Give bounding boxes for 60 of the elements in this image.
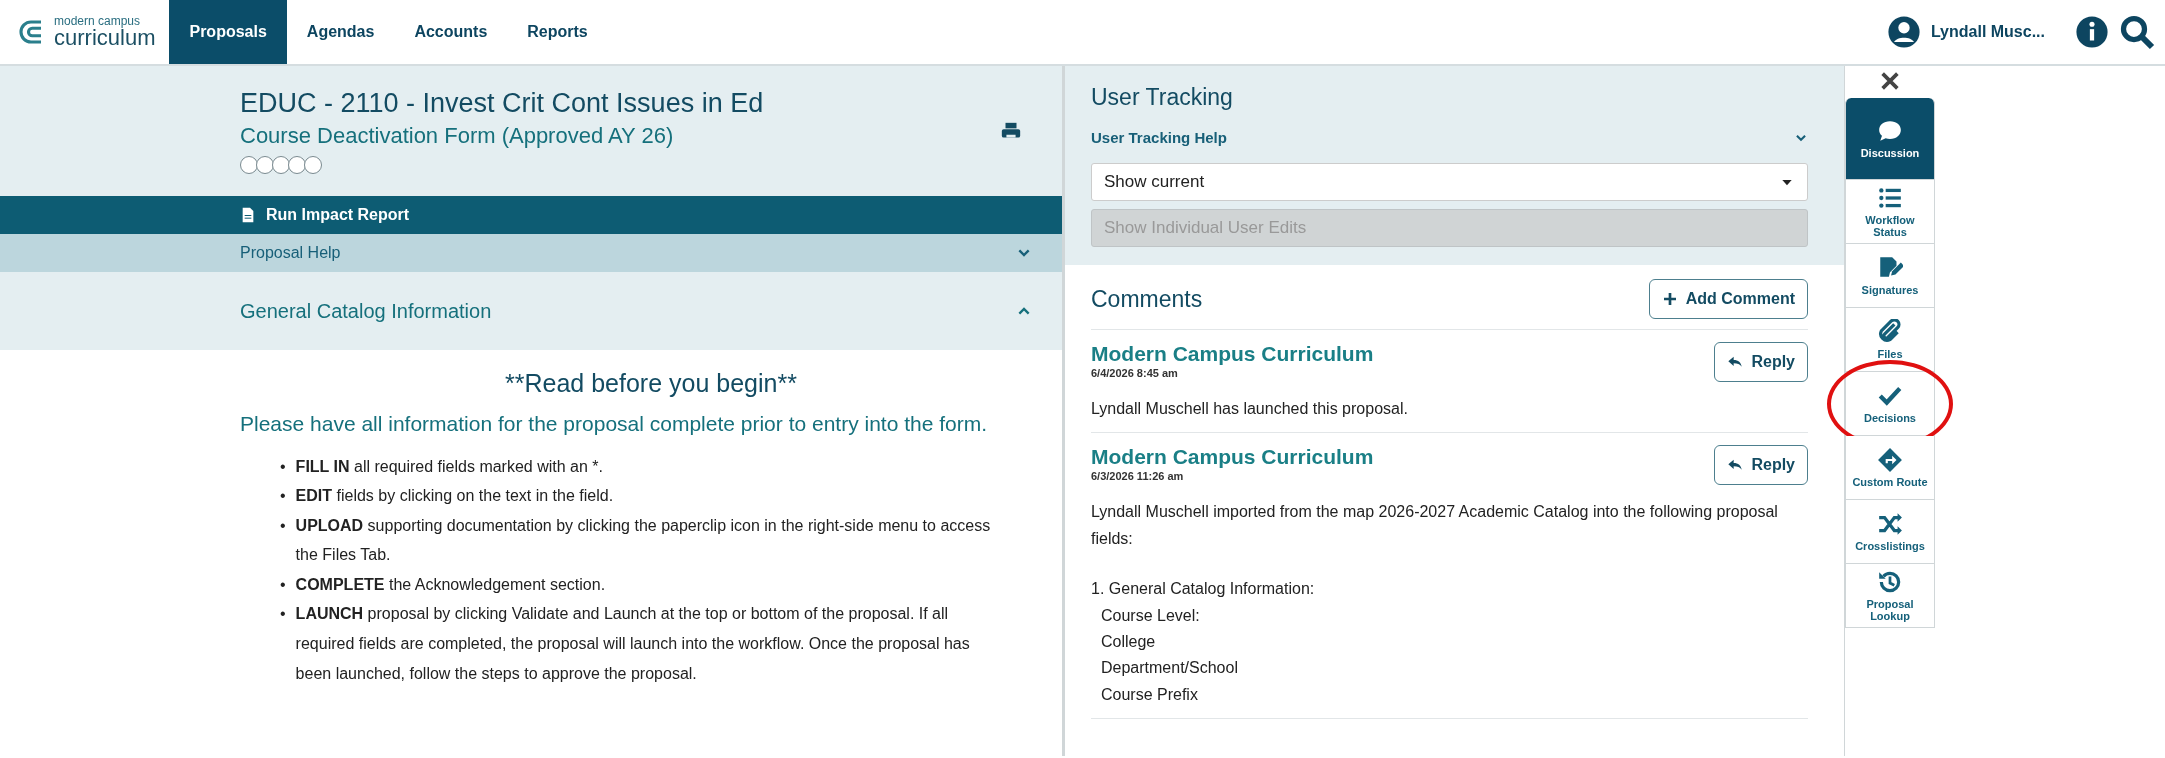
- comment-text: Lyndall Muschell imported from the map 2026-2027 Academic Catalog into the following proposal fields:: [1091, 502, 1779, 549]
- bullet-marker: •: [280, 486, 286, 507]
- side-tab[interactable]: Crosslistings: [1845, 500, 1935, 564]
- user-avatar-icon: [1886, 15, 1921, 49]
- side-tab[interactable]: Discussion: [1845, 98, 1935, 180]
- reply-button[interactable]: Reply: [1714, 445, 1808, 486]
- reply-button[interactable]: Reply: [1714, 342, 1808, 382]
- comment-date: 6/4/2026 8:45 am: [1091, 366, 1179, 382]
- comment-author: Modern Campus Curriculum: [1091, 342, 1374, 366]
- proposal-title: EDUC - 2110 - Invest Crit Cont Issues in Ed: [240, 88, 764, 120]
- route-icon: [1877, 446, 1903, 473]
- tracking-help-toggle[interactable]: User Tracking Help: [1091, 126, 1808, 149]
- side-tab[interactable]: Decisions: [1845, 372, 1935, 436]
- instructions-lead: Please have all information for the proposal complete prior to entry into the form.: [240, 411, 989, 437]
- view-select[interactable]: Show current: [1091, 163, 1808, 201]
- comments-title: Comments: [1091, 284, 1203, 314]
- reply-arrow-icon: [1727, 354, 1744, 370]
- proposal-help-toggle[interactable]: Proposal Help: [0, 234, 1062, 272]
- info-icon: [2075, 15, 2109, 49]
- comment-author: Modern Campus Curriculum: [1091, 445, 1374, 469]
- nav-tab[interactable]: Proposals: [169, 0, 287, 64]
- search-icon: [2119, 14, 2155, 50]
- comment-list-item: Course Prefix: [1100, 684, 1198, 705]
- comment-list-item: College: [1100, 631, 1156, 652]
- impact-report-label: Run Impact Report: [266, 205, 410, 225]
- bullet-marker: •: [280, 456, 286, 477]
- side-tab[interactable]: Custom Route: [1845, 436, 1935, 500]
- form-name: Course Deactivation Form (Approved AY 26): [240, 122, 674, 151]
- document-icon: [240, 206, 256, 224]
- logo-wordmark: curriculum: [54, 27, 156, 49]
- side-tab[interactable]: Workflow Status: [1845, 180, 1935, 244]
- bullet-marker: •: [280, 604, 286, 625]
- nav-tab[interactable]: Agendas: [286, 0, 395, 64]
- instruction-item: UPLOAD supporting documentation by clicking the paperclip icon in the right-side menu to access the Files Tab.: [295, 515, 992, 566]
- instruction-item: LAUNCH proposal by clicking Validate and Launch at the top or bottom of the proposal. If all required fields are completed, the proposal will launch into the workflow. Once the proposal has been launched, follow the steps to approve the proposal.: [295, 604, 971, 684]
- comment-list-item: Course Level:: [1100, 605, 1200, 626]
- instruction-item: EDIT fields by clicking on the text in the field.: [295, 486, 614, 507]
- bullet-marker: •: [280, 574, 286, 595]
- comment-date: 6/3/2026 11:26 am: [1091, 469, 1185, 485]
- side-tab[interactable]: Proposal Lookup: [1845, 564, 1935, 628]
- comment-list-title: 1. General Catalog Information:: [1091, 579, 1315, 600]
- bullet-marker: •: [280, 515, 286, 536]
- comment-list-item: Department/School: [1100, 658, 1238, 679]
- close-icon: [1879, 70, 1901, 92]
- impact-report-bar[interactable]: Run Impact Report: [0, 196, 1062, 234]
- nav-tab[interactable]: Accounts: [394, 0, 508, 64]
- side-tab[interactable]: Files: [1845, 308, 1935, 372]
- comment-text: Lyndall Muschell has launched this proposal.: [1091, 399, 1409, 419]
- instruction-item: FILL IN all required fields marked with an *.: [295, 456, 603, 477]
- add-comment-button[interactable]: Add Comment: [1648, 279, 1808, 319]
- nav-tab[interactable]: Reports: [507, 0, 608, 64]
- tracking-title: User Tracking: [1091, 83, 1234, 112]
- section-toggle[interactable]: General Catalog Information: [0, 272, 1062, 350]
- instructions-heading: **Read before you begin**: [504, 368, 798, 398]
- plus-icon: [1661, 291, 1678, 307]
- user-name[interactable]: Lyndall Musc...: [1930, 20, 2045, 44]
- instruction-item: COMPLETE the Acknowledgement section.: [295, 574, 606, 595]
- files-icon: [1877, 318, 1903, 345]
- logo-tagline: modern campus: [54, 15, 141, 27]
- side-tab[interactable]: Signatures: [1845, 244, 1935, 308]
